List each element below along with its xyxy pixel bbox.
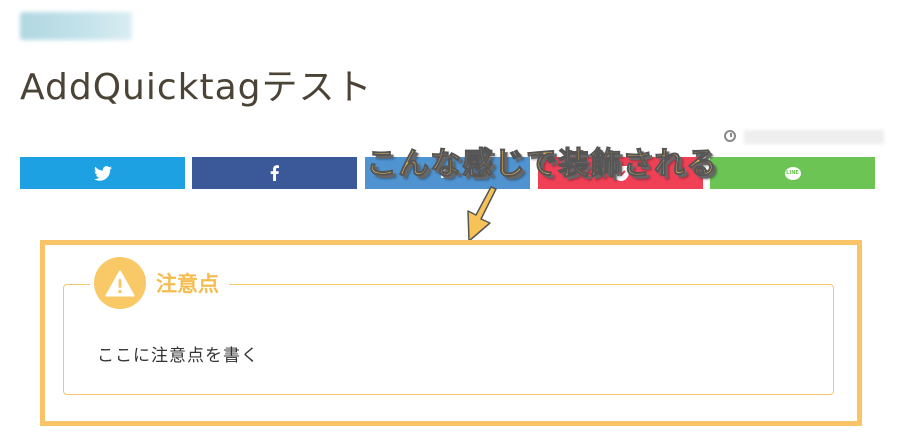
line-icon: LINE xyxy=(784,166,801,180)
post-date-blurred xyxy=(744,130,884,144)
facebook-f-icon xyxy=(270,165,279,181)
twitter-bird-icon xyxy=(93,165,112,181)
annotation-callout: こんな感じで装飾される xyxy=(366,146,718,183)
category-label-blurred xyxy=(20,12,132,40)
warning-icon xyxy=(94,257,146,309)
share-twitter-button[interactable] xyxy=(20,157,185,189)
share-line-button[interactable]: LINE xyxy=(710,157,875,189)
caution-title: 注意点 xyxy=(156,272,219,296)
share-facebook-button[interactable] xyxy=(192,157,357,189)
page-title: AddQuicktagテスト xyxy=(20,67,373,108)
caution-header: 注意点 xyxy=(90,256,229,310)
caution-body-text: ここに注意点を書く xyxy=(97,346,259,366)
post-date xyxy=(724,128,884,148)
annotation-arrow-icon xyxy=(467,186,497,242)
clock-icon xyxy=(724,130,736,142)
